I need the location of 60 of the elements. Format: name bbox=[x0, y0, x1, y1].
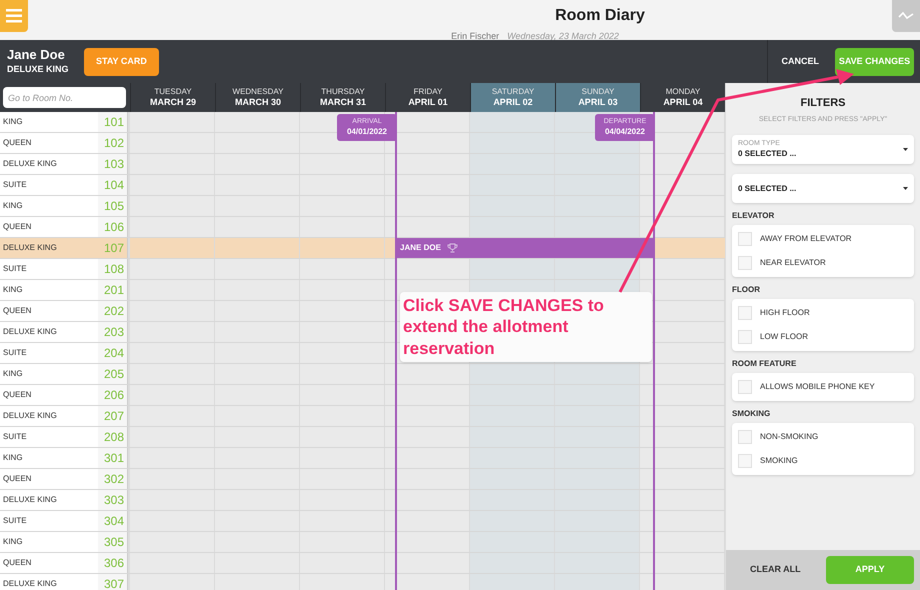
option-label: NEAR ELEVATOR bbox=[760, 257, 826, 269]
option-label: NON-SMOKING bbox=[760, 431, 818, 443]
dropdown-value: 0 SELECTED ... bbox=[738, 184, 796, 194]
date-text: Wednesday, 23 March 2022 bbox=[507, 30, 619, 43]
room-type: KING bbox=[0, 112, 98, 132]
room-type: KING bbox=[0, 280, 98, 300]
room-type: QUEEN bbox=[0, 133, 98, 153]
filter-group-title: FLOOR bbox=[732, 284, 761, 296]
annotation-text: Click SAVE CHANGES to extend the allotment reservation bbox=[403, 295, 605, 359]
user-name: Erin Fischer bbox=[451, 30, 500, 43]
room-type: KING bbox=[0, 532, 98, 552]
day-name: SUNDAY bbox=[582, 86, 614, 97]
day-name: FRIDAY bbox=[414, 86, 442, 97]
option-label: LOW FLOOR bbox=[760, 331, 808, 343]
day-date: APRIL 04 bbox=[663, 96, 703, 108]
room-type: KING bbox=[0, 196, 98, 216]
filter-group-title: SMOKING bbox=[732, 408, 772, 420]
guest-name: Jane Doe bbox=[7, 46, 66, 63]
day-name: TUESDAY bbox=[154, 86, 192, 97]
dropdown-value: 0 SELECTED ... bbox=[738, 148, 796, 159]
room-type: DELUXE KING bbox=[0, 238, 98, 258]
day-date: APRIL 03 bbox=[578, 96, 618, 108]
option-label: HIGH FLOOR bbox=[760, 307, 810, 319]
room-type: SUITE bbox=[0, 175, 98, 195]
option-label: AWAY FROM ELEVATOR bbox=[760, 233, 852, 245]
day-name: MONDAY bbox=[666, 86, 700, 97]
room-type: KING bbox=[0, 364, 98, 384]
marker-date: 04/01/2022 bbox=[346, 126, 388, 137]
room-type: KING bbox=[0, 448, 98, 468]
guest-room-type: DELUXE KING bbox=[7, 62, 70, 76]
day-date: APRIL 02 bbox=[493, 96, 533, 108]
filter-group-title: ROOM FEATURE bbox=[732, 358, 798, 370]
filters-title: FILTERS bbox=[799, 96, 846, 111]
room-type: QUEEN bbox=[0, 553, 98, 573]
day-date: MARCH 30 bbox=[234, 96, 281, 108]
option-label: SMOKING bbox=[760, 455, 798, 467]
room-type: DELUXE KING bbox=[0, 406, 98, 426]
room-type: SUITE bbox=[0, 259, 98, 279]
day-name: SATURDAY bbox=[492, 86, 534, 97]
option-label: ALLOWS MOBILE PHONE KEY bbox=[760, 381, 875, 393]
room-type: QUEEN bbox=[0, 217, 98, 237]
room-type: QUEEN bbox=[0, 469, 98, 489]
room-type: DELUXE KING bbox=[0, 154, 98, 174]
booking-guest: JANE DOE bbox=[400, 242, 441, 254]
day-name: WEDNESDAY bbox=[232, 86, 284, 97]
room-type: DELUXE KING bbox=[0, 490, 98, 510]
room-type: SUITE bbox=[0, 511, 98, 531]
room-type: DELUXE KING bbox=[0, 574, 98, 590]
room-type: DELUXE KING bbox=[0, 322, 98, 342]
room-type: QUEEN bbox=[0, 385, 98, 405]
room-type: SUITE bbox=[0, 343, 98, 363]
day-date: MARCH 29 bbox=[150, 96, 196, 108]
filter-group-title: ELEVATOR bbox=[732, 210, 776, 222]
page-title: Room Diary bbox=[555, 6, 645, 26]
day-date: APRIL 01 bbox=[408, 96, 448, 108]
day-name: THURSDAY bbox=[321, 86, 365, 97]
day-date: MARCH 31 bbox=[320, 96, 366, 108]
room-type: QUEEN bbox=[0, 301, 98, 321]
marker-date: 04/04/2022 bbox=[604, 126, 646, 137]
room-type: SUITE bbox=[0, 427, 98, 447]
